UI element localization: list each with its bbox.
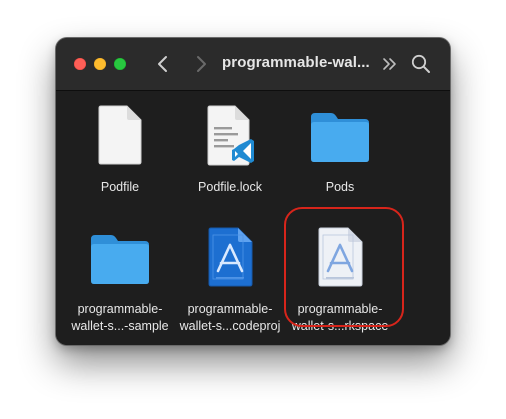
file-name-line2: wallet-s...-sample: [71, 319, 169, 333]
folder-icon: [311, 113, 369, 162]
double-chevron-right-icon[interactable]: [380, 52, 400, 76]
file-name: programmable- wallet-s...-sample: [64, 301, 176, 335]
close-button[interactable]: [74, 58, 86, 70]
vscode-document-icon: [207, 105, 254, 166]
file-item-pods[interactable]: Pods: [284, 105, 396, 205]
chevron-left-icon[interactable]: [152, 52, 174, 76]
file-grid: Podfile Podfile.lock Pods programmable- …: [56, 91, 450, 345]
chevron-right-icon[interactable]: [190, 52, 212, 76]
file-name-line1: programmable-: [187, 302, 273, 316]
file-name-line2: wallet-s...codeproj: [179, 319, 281, 333]
xcode-project-icon: [208, 227, 253, 287]
file-name: Podfile: [100, 180, 140, 194]
folder-icon: [91, 235, 149, 284]
file-item-xcodeproj[interactable]: programmable- wallet-s...codeproj: [174, 227, 286, 333]
window-title: programmable-wal...: [222, 54, 370, 71]
file-name: programmable- wallet-s...codeproj: [174, 301, 286, 335]
file-name: Podfile.lock: [198, 180, 262, 194]
search-icon[interactable]: [410, 53, 432, 75]
highlight-ring: [284, 207, 404, 327]
file-item-sample-folder[interactable]: programmable- wallet-s...-sample: [64, 227, 176, 333]
file-item-podfile[interactable]: Podfile: [64, 105, 176, 205]
title-bar[interactable]: programmable-wal...: [56, 38, 450, 91]
file-item-podfile-lock[interactable]: Podfile.lock: [174, 105, 286, 205]
document-icon: [98, 105, 142, 165]
file-name: Pods: [325, 180, 355, 194]
finder-window: programmable-wal... Podfile Podfile.lock…: [56, 38, 450, 345]
file-name-line1: programmable-: [77, 302, 163, 316]
minimize-button[interactable]: [94, 58, 106, 70]
zoom-button[interactable]: [114, 58, 126, 70]
